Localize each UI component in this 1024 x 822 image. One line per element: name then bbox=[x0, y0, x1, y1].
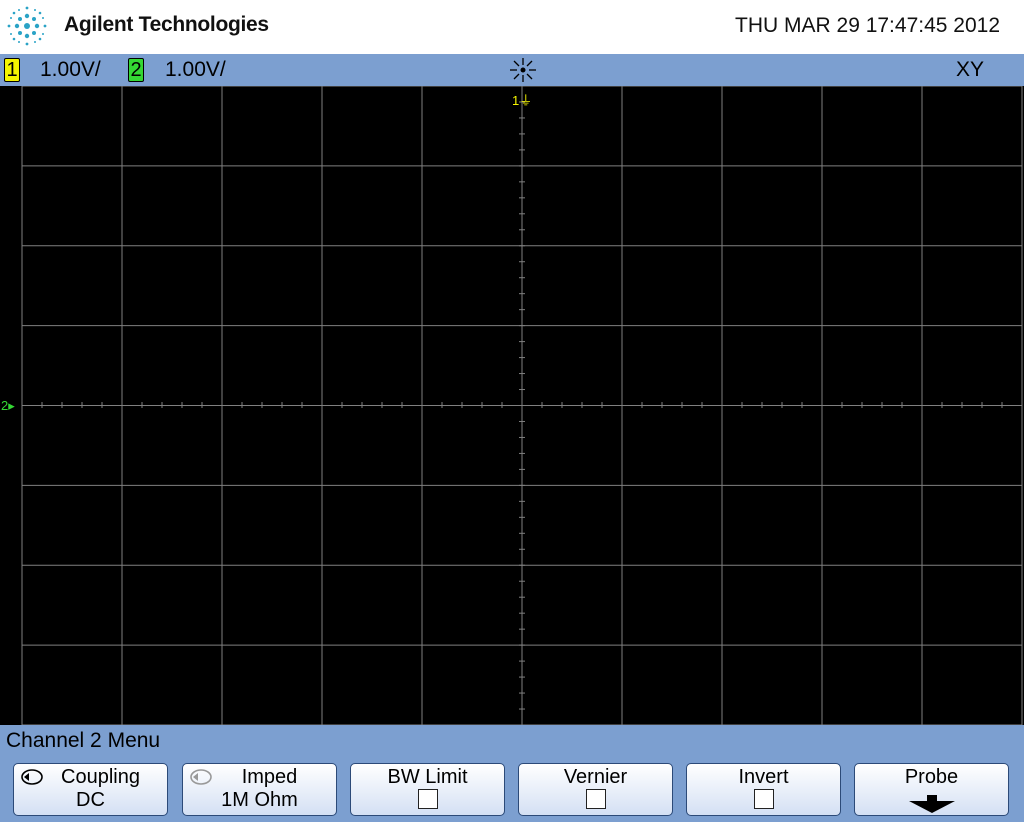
agilent-logo-icon bbox=[7, 6, 47, 46]
arrow-down-icon bbox=[909, 795, 955, 813]
imped-value: 1M Ohm bbox=[221, 789, 298, 811]
bw-limit-softkey[interactable]: BW Limit bbox=[350, 763, 505, 816]
coupling-softkey[interactable]: Coupling DC bbox=[13, 763, 168, 816]
scope-display[interactable] bbox=[0, 85, 1024, 726]
bw-limit-checkbox[interactable] bbox=[417, 789, 438, 809]
invert-checkbox[interactable] bbox=[753, 789, 774, 809]
graticule bbox=[21, 85, 1023, 726]
channel-menu: Channel 2 Menu Coupling DC Imped 1M Ohm … bbox=[0, 725, 1024, 822]
imped-softkey[interactable]: Imped 1M Ohm bbox=[182, 763, 337, 816]
probe-softkey[interactable]: Probe bbox=[854, 763, 1009, 816]
invert-label: Invert bbox=[738, 766, 789, 788]
ground-arrow-icon: ⏚ bbox=[519, 93, 533, 108]
vernier-label: Vernier bbox=[563, 766, 628, 788]
channel-1-badge[interactable]: 1 bbox=[4, 58, 20, 82]
coupling-value: DC bbox=[76, 789, 105, 811]
invert-softkey[interactable]: Invert bbox=[686, 763, 841, 816]
coupling-label: Coupling bbox=[61, 766, 140, 788]
display-mode: XY bbox=[955, 58, 984, 81]
menu-title: Channel 2 Menu bbox=[6, 729, 161, 752]
channel-2-scale: 1.00V/ bbox=[165, 58, 226, 81]
probe-label: Probe bbox=[904, 766, 959, 788]
header-bar: Agilent Technologies THU MAR 29 17:47:45… bbox=[0, 0, 1024, 54]
channel-2-ground-marker[interactable]: 2▸ bbox=[1, 398, 15, 414]
vernier-softkey[interactable]: Vernier bbox=[518, 763, 673, 816]
stopped-starburst-icon bbox=[510, 58, 536, 82]
brand-name: Agilent Technologies bbox=[64, 13, 269, 36]
date-time: THU MAR 29 17:47:45 2012 bbox=[735, 14, 1000, 37]
imped-label: Imped bbox=[241, 766, 298, 788]
channel-1-scale: 1.00V/ bbox=[40, 58, 101, 81]
ground-arrow-icon: ▸ bbox=[8, 398, 15, 413]
channel-2-badge[interactable]: 2 bbox=[128, 58, 144, 82]
vernier-checkbox[interactable] bbox=[585, 789, 606, 809]
bw-limit-label: BW Limit bbox=[387, 766, 468, 788]
channel-1-ground-marker[interactable]: 1⏚ bbox=[512, 90, 532, 109]
